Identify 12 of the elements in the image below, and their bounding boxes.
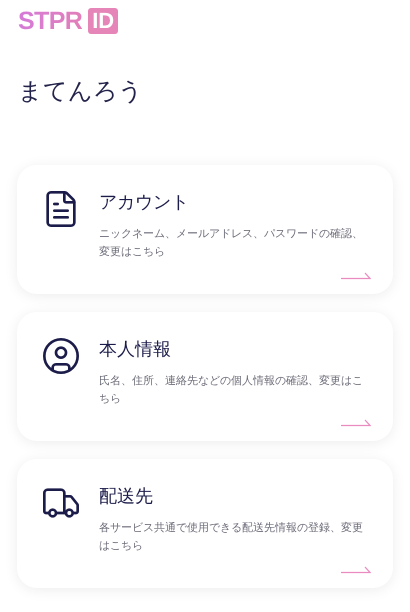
card-title: アカウント xyxy=(99,191,190,215)
card-title: 本人情報 xyxy=(99,338,172,362)
menu-card[interactable]: 本人情報 氏名、住所、連絡先などの個人情報の確認、変更はこちら xyxy=(17,312,393,441)
card-description: 各サービス共通で使用できる配送先情報の登録、変更はこちら xyxy=(99,520,364,554)
user-icon xyxy=(41,336,81,376)
user-name: まてんろう xyxy=(18,79,144,103)
menu-card[interactable]: アカウント ニックネーム、メールアドレス、パスワードの確認、変更はこちら xyxy=(17,165,393,294)
card-description: ニックネーム、メールアドレス、パスワードの確認、変更はこちら xyxy=(99,226,364,260)
card-title: 配送先 xyxy=(99,485,154,509)
card-description: 氏名、住所、連絡先などの個人情報の確認、変更はこちら xyxy=(99,373,364,407)
menu-card[interactable]: 配送先 各サービス共通で使用できる配送先情報の登録、変更はこちら xyxy=(17,459,393,588)
logo-badge: ID xyxy=(88,8,118,34)
